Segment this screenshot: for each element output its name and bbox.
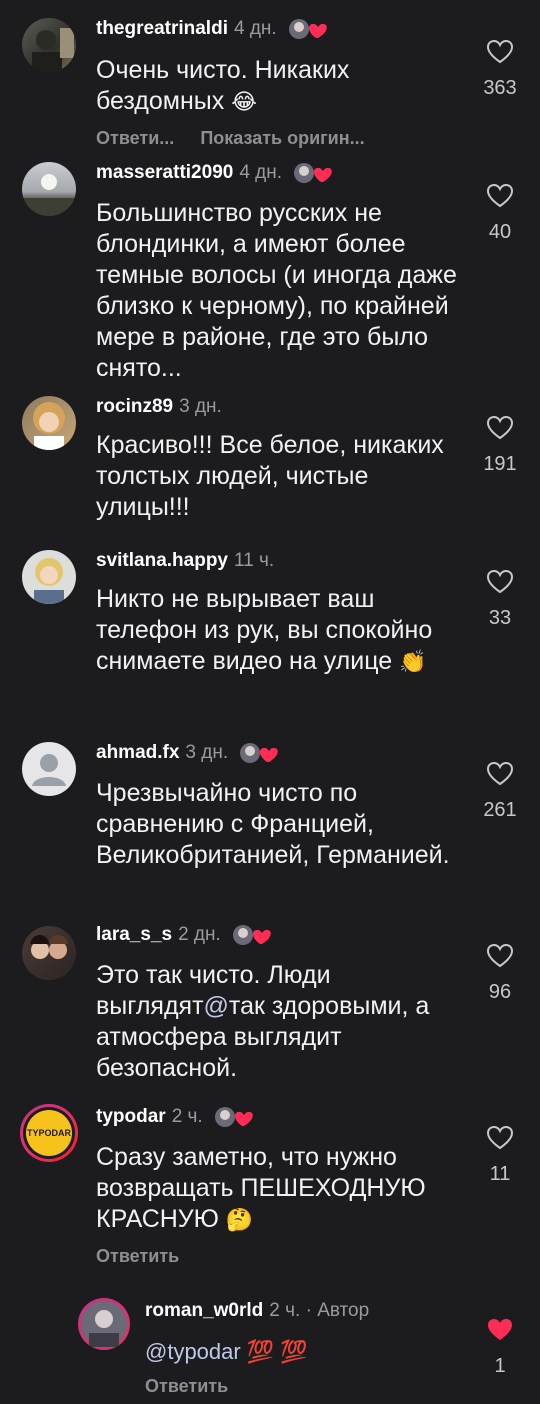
comment-meta: thegreatrinaldi 4 дн. bbox=[96, 18, 332, 40]
heart-outline-icon bbox=[486, 569, 514, 594]
timestamp: 11 ч. bbox=[234, 550, 275, 571]
username[interactable]: roman_w0rld bbox=[145, 1300, 263, 1321]
comment-meta: rocinz89 3 дн. bbox=[96, 396, 222, 418]
like-count: 363 bbox=[483, 77, 517, 99]
comment-text: Большинство русских не блондинки, а имею… bbox=[96, 199, 457, 382]
mention-icon: @ bbox=[203, 992, 229, 1020]
heart-outline-icon bbox=[486, 415, 514, 440]
like-count: 33 bbox=[488, 607, 512, 629]
show-original-button[interactable]: Показать оригин... bbox=[200, 128, 364, 148]
default-user-icon bbox=[32, 754, 66, 786]
heart-outline-icon bbox=[486, 39, 514, 64]
like-button[interactable]: 191 bbox=[470, 415, 530, 476]
like-count: 40 bbox=[488, 221, 512, 243]
comment-text: Сразу заметно, что нужно возвращать ПЕШЕ… bbox=[96, 1143, 426, 1233]
laughing-emoji: 😂 bbox=[231, 89, 257, 114]
avatar[interactable] bbox=[22, 162, 76, 216]
comment-meta: roman_w0rld 2 ч. · Автор bbox=[145, 1300, 369, 1322]
avatar[interactable] bbox=[78, 1298, 130, 1350]
heart-outline-icon bbox=[486, 943, 514, 968]
creator-liked-badge bbox=[293, 162, 337, 184]
comment-text: Чрезвычайно чисто по сравнению с Францие… bbox=[96, 779, 450, 869]
avatar[interactable] bbox=[22, 742, 76, 796]
creator-liked-badge bbox=[214, 1106, 258, 1128]
comment-actions: Ответить bbox=[145, 1376, 228, 1397]
timestamp: 2 дн. bbox=[178, 924, 221, 946]
comment-actions: Ответить bbox=[96, 1246, 179, 1267]
like-button[interactable]: 96 bbox=[470, 943, 530, 1004]
username[interactable]: ahmad.fx bbox=[96, 742, 179, 763]
comment-meta: lara_s_s 2 дн. bbox=[96, 924, 276, 946]
like-count: 96 bbox=[488, 981, 512, 1003]
comment-meta: ahmad.fx 3 дн. bbox=[96, 742, 283, 764]
reply-button[interactable]: Ответи... bbox=[96, 128, 174, 148]
dot-separator: · bbox=[305, 1300, 318, 1321]
reply-button[interactable]: Ответить bbox=[145, 1376, 228, 1396]
username[interactable]: typodar bbox=[96, 1106, 166, 1127]
username[interactable]: rocinz89 bbox=[96, 396, 173, 417]
like-button[interactable]: 11 bbox=[470, 1125, 530, 1186]
username[interactable]: svitlana.happy bbox=[96, 550, 228, 571]
avatar[interactable]: TYPODAR bbox=[20, 1104, 78, 1162]
avatar[interactable] bbox=[22, 926, 76, 980]
heart-outline-icon bbox=[486, 1125, 514, 1150]
comment-text: Очень чисто. Никаких бездомных 😂 bbox=[96, 56, 350, 115]
timestamp: 3 дн. bbox=[179, 396, 222, 417]
logo: TYPODAR bbox=[26, 1110, 72, 1156]
username[interactable]: thegreatrinaldi bbox=[96, 18, 228, 39]
heart-outline-icon bbox=[486, 183, 514, 208]
like-button[interactable]: 261 bbox=[470, 761, 530, 822]
avatar[interactable] bbox=[22, 396, 76, 450]
like-button[interactable]: 40 bbox=[470, 183, 530, 244]
avatar[interactable] bbox=[22, 550, 76, 604]
comment-actions: Ответи... Показать оригин... bbox=[96, 128, 365, 149]
heart-outline-icon bbox=[486, 761, 514, 786]
like-count: 11 bbox=[489, 1163, 511, 1185]
timestamp: 4 дн. bbox=[239, 162, 283, 184]
comment-text: Никто не вырывает ваш телефон из рук, вы… bbox=[96, 585, 433, 675]
like-button[interactable]: 363 bbox=[470, 39, 530, 100]
timestamp: 3 дн. bbox=[185, 742, 229, 764]
comment-meta: typodar 2 ч. bbox=[96, 1106, 258, 1128]
author-badge: Автор bbox=[317, 1300, 370, 1321]
like-button[interactable]: 33 bbox=[470, 569, 530, 630]
clapping-emoji: 👏 bbox=[399, 649, 427, 674]
timestamp: 2 ч. bbox=[269, 1300, 301, 1321]
heart-filled-icon bbox=[488, 1319, 512, 1340]
comment-text: Красиво!!! Все белое, никаких толстых лю… bbox=[96, 431, 444, 521]
comment-meta: masseratti2090 4 дн. bbox=[96, 162, 337, 184]
avatar[interactable] bbox=[22, 18, 76, 72]
reply-text: @typodar 💯 💯 bbox=[145, 1336, 515, 1367]
creator-liked-badge bbox=[239, 742, 283, 764]
timestamp: 2 ч. bbox=[171, 1106, 203, 1128]
username[interactable]: masseratti2090 bbox=[96, 162, 233, 183]
timestamp: 4 дн. bbox=[233, 18, 277, 40]
thinking-emoji: 🤔 bbox=[225, 1207, 254, 1232]
like-count: 191 bbox=[483, 453, 517, 475]
comment-meta: svitlana.happy 11 ч. bbox=[96, 550, 274, 572]
hundred-points-emoji: 💯 💯 bbox=[246, 1339, 308, 1364]
creator-liked-badge bbox=[288, 18, 332, 40]
username[interactable]: lara_s_s bbox=[96, 924, 172, 945]
reply-button[interactable]: Ответить bbox=[96, 1246, 179, 1266]
creator-liked-badge bbox=[232, 924, 276, 946]
like-count: 261 bbox=[483, 799, 517, 821]
like-count: 1 bbox=[494, 1355, 506, 1377]
comment-text: Это так чисто. Люди выглядят@так здоровы… bbox=[96, 961, 430, 1082]
mention-link[interactable]: @typodar bbox=[145, 1339, 241, 1364]
like-button[interactable]: 1 bbox=[470, 1318, 530, 1378]
